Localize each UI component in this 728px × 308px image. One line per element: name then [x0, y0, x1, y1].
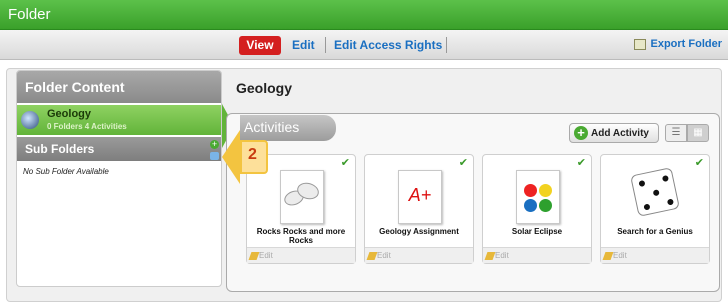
sub-folders-heading: Sub Folders [17, 137, 221, 161]
document-icon: A+ [398, 170, 442, 224]
blue-dot-icon [524, 199, 537, 212]
card-edit-label: Edit [377, 251, 391, 260]
pencil-icon [366, 252, 378, 260]
activity-card[interactable]: ✔ Solar Eclipse Edit [482, 154, 592, 264]
dice-icon [630, 167, 680, 217]
export-icon [634, 38, 647, 50]
red-dot-icon [524, 184, 537, 197]
add-activity-button[interactable]: + Add Activity [569, 123, 659, 143]
globe-icon [21, 111, 39, 129]
card-title: Solar Eclipse [511, 227, 563, 236]
tab-edit[interactable]: Edit [292, 38, 315, 52]
export-folder-button[interactable]: Export Folder [634, 38, 722, 50]
folder-content-heading: Folder Content [17, 71, 221, 103]
callout-number: 2 [248, 146, 257, 163]
card-title: Geology Assignment [379, 227, 459, 236]
add-subfolder-icon[interactable]: + [210, 140, 219, 149]
document-icon [516, 170, 560, 224]
document-icon [280, 170, 324, 224]
activities-tab-label: Activities [244, 119, 300, 135]
card-edit-label: Edit [259, 251, 273, 260]
card-edit-label: Edit [495, 251, 509, 260]
no-subfolder-text: No Sub Folder Available [23, 167, 109, 176]
pencil-icon [484, 252, 496, 260]
grid-view-icon[interactable]: ▦ [687, 124, 709, 142]
card-edit-button[interactable]: Edit [483, 247, 591, 263]
card-edit-label: Edit [613, 251, 627, 260]
tab-separator [446, 37, 447, 53]
card-title: Rocks Rocks and more Rocks [256, 227, 346, 245]
dice-pip [638, 179, 646, 188]
activity-card[interactable]: ✔ Search for a Genius Edit [600, 154, 710, 264]
list-view-icon[interactable]: ☰ [665, 124, 687, 142]
dice-pip [666, 198, 674, 206]
activity-card[interactable]: ✔ A+ Geology Assignment Edit [364, 154, 474, 264]
card-edit-button[interactable]: Edit [247, 247, 355, 263]
tab-edit-access-rights[interactable]: Edit Access Rights [334, 38, 442, 52]
check-icon: ✔ [694, 157, 704, 169]
tab-activities[interactable]: Activities [240, 115, 336, 141]
add-icon: + [574, 126, 588, 140]
card-title: Search for a Genius [617, 227, 693, 236]
card-edit-button[interactable]: Edit [365, 247, 473, 263]
folder-icon[interactable] [210, 152, 219, 160]
pencil-icon [602, 252, 614, 260]
toolbar: View Edit Edit Access Rights Export Fold… [0, 30, 728, 60]
folder-summary: 0 Folders 4 Activities [47, 122, 127, 131]
dice-pip [661, 174, 669, 183]
grade-text: A+ [408, 185, 432, 205]
export-folder-label: Export Folder [650, 38, 722, 50]
check-icon: ✔ [458, 157, 468, 169]
check-icon: ✔ [340, 157, 350, 169]
title-bar: Folder [0, 0, 728, 30]
tab-view[interactable]: View [239, 36, 281, 55]
folder-title: Geology [236, 80, 293, 96]
green-dot-icon [539, 199, 552, 212]
dice-pip [643, 203, 651, 211]
check-icon: ✔ [576, 157, 586, 169]
yellow-dot-icon [539, 184, 552, 197]
card-edit-button[interactable]: Edit [601, 247, 709, 263]
sidebar-item-geology[interactable]: Geology 0 Folders 4 Activities [17, 105, 221, 135]
callout-arrow [222, 130, 240, 184]
pencil-icon [248, 252, 260, 260]
window-title: Folder [8, 6, 51, 23]
dice-pip [652, 189, 660, 197]
folder-name: Geology [47, 108, 92, 120]
folder-content-sidebar: Folder Content Geology 0 Folders 4 Activ… [16, 70, 222, 287]
add-activity-label: Add Activity [591, 127, 649, 139]
tab-separator [325, 37, 326, 53]
